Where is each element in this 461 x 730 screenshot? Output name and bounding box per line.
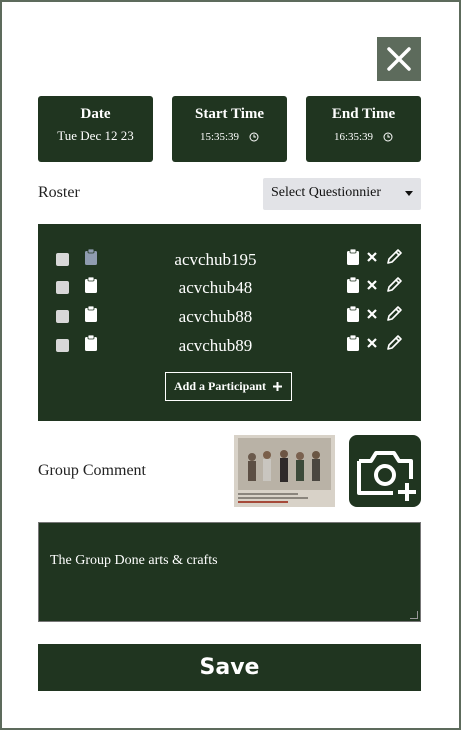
start-time-card[interactable]: Start Time 15:35:39 bbox=[172, 96, 287, 162]
clock-icon[interactable] bbox=[383, 132, 393, 142]
participant-name: acvchub88 bbox=[178, 307, 253, 326]
participant-name: acvchub89 bbox=[178, 336, 253, 355]
remove-icon[interactable] bbox=[366, 308, 378, 320]
group-comment-label: Group Comment bbox=[38, 462, 146, 479]
group-comment-textarea[interactable]: The Group Done arts & crafts bbox=[38, 522, 421, 622]
clipboard-icon[interactable] bbox=[346, 276, 360, 294]
questionnaire-select-value: Select Questionnier bbox=[271, 185, 382, 200]
start-time-label: Start Time bbox=[194, 106, 265, 122]
clipboard-icon[interactable] bbox=[346, 305, 360, 323]
clipboard-icon[interactable] bbox=[84, 334, 98, 352]
plus-icon bbox=[273, 382, 282, 391]
participant-checkbox[interactable] bbox=[56, 310, 69, 323]
roster-panel: acvchub195 acvchub48 acvchub88 acvchub89… bbox=[38, 224, 421, 421]
participant-row: acvchub88 bbox=[38, 305, 421, 329]
participant-row: acvchub89 bbox=[38, 334, 421, 358]
clipboard-icon[interactable] bbox=[84, 276, 98, 294]
save-label: Save bbox=[199, 655, 260, 680]
clipboard-icon[interactable] bbox=[346, 248, 360, 266]
close-icon bbox=[387, 47, 411, 71]
participant-checkbox[interactable] bbox=[56, 253, 69, 266]
close-button[interactable] bbox=[377, 37, 421, 81]
date-label: Date bbox=[80, 106, 111, 122]
questionnaire-select[interactable]: Select Questionnier bbox=[263, 178, 421, 210]
pencil-icon[interactable] bbox=[385, 334, 403, 352]
camera-add-icon bbox=[357, 451, 416, 501]
group-comment-text: The Group Done arts & crafts bbox=[50, 553, 218, 568]
participant-checkbox[interactable] bbox=[56, 281, 69, 294]
clipboard-icon[interactable] bbox=[84, 305, 98, 323]
group-photo-thumbnail[interactable] bbox=[234, 435, 335, 507]
participant-name: acvchub48 bbox=[178, 278, 253, 297]
participant-name: acvchub195 bbox=[174, 250, 257, 269]
end-time-card[interactable]: End Time 16:35:39 bbox=[306, 96, 421, 162]
pencil-icon[interactable] bbox=[385, 305, 403, 323]
roster-label: Roster bbox=[38, 184, 80, 201]
participant-checkbox[interactable] bbox=[56, 339, 69, 352]
end-time-label: End Time bbox=[331, 106, 396, 122]
participant-row: acvchub48 bbox=[38, 276, 421, 300]
add-participant-label: Add a Participant bbox=[173, 379, 266, 393]
pencil-icon[interactable] bbox=[385, 248, 403, 266]
date-card[interactable]: Date Tue Dec 12 23 bbox=[38, 96, 153, 162]
add-photo-button[interactable] bbox=[349, 435, 421, 507]
pencil-icon[interactable] bbox=[385, 276, 403, 294]
resize-handle-icon[interactable] bbox=[410, 611, 418, 619]
remove-icon[interactable] bbox=[366, 251, 378, 263]
participant-row: acvchub195 bbox=[38, 248, 421, 272]
remove-icon[interactable] bbox=[366, 337, 378, 349]
clock-icon[interactable] bbox=[249, 132, 259, 142]
caret-down-icon bbox=[405, 191, 413, 196]
end-time-value: 16:35:39 bbox=[333, 131, 374, 143]
clipboard-icon[interactable] bbox=[84, 248, 98, 266]
add-participant-button[interactable]: Add a Participant bbox=[165, 372, 292, 401]
save-button[interactable]: Save bbox=[38, 644, 421, 691]
date-value: Tue Dec 12 23 bbox=[57, 128, 134, 143]
clipboard-icon[interactable] bbox=[346, 334, 360, 352]
start-time-value: 15:35:39 bbox=[199, 131, 240, 143]
remove-icon[interactable] bbox=[366, 279, 378, 291]
